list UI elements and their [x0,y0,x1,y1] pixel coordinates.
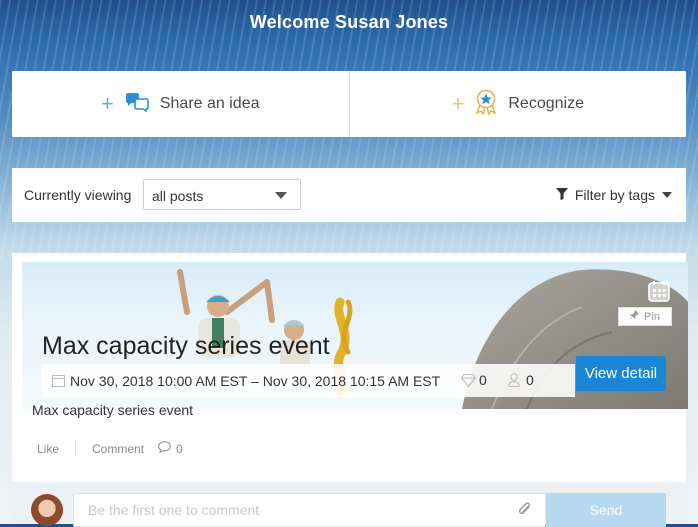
post-action-bar: + Share an idea + Recognize [12,71,686,137]
comment-bubble-icon [158,441,171,456]
diamond-icon [460,374,477,390]
welcome-heading: Welcome Susan Jones [249,12,449,32]
filter-bar: Currently viewing all posts Filter by ta… [12,168,686,222]
pin-icon [630,310,640,323]
post-description: Max capacity series event [32,402,194,418]
pin-label: Pin [644,310,660,323]
like-button[interactable]: Like [37,442,59,456]
recognize-label: Recognize [508,95,584,112]
gems-count: 0 [479,372,487,388]
comment-count: 0 [176,441,183,456]
view-select-value: all posts [152,188,204,204]
view-detail-button[interactable]: View detail [576,356,666,391]
attendees-count: 0 [526,372,534,388]
send-button[interactable]: Send [546,493,666,527]
event-date-range: Nov 30, 2018 10:00 AM EST – Nov 30, 2018… [70,372,441,389]
share-idea-button[interactable]: + Share an idea [12,71,349,137]
pin-button[interactable]: Pin [618,307,672,326]
funnel-icon [555,187,568,203]
comment-input[interactable] [73,493,546,527]
caret-down-icon [662,192,672,198]
comment-composer: Send [12,484,686,527]
recognize-button[interactable]: + Recognize [348,71,687,137]
currently-viewing-label: Currently viewing [24,187,132,203]
avatar [31,494,63,526]
calendar-icon [52,374,65,390]
filter-by-tags-label: Filter by tags [574,187,655,203]
divider [75,441,77,456]
caret-down-icon [275,192,287,199]
person-icon [508,373,520,390]
post-actions: Like Comment 0 [37,441,183,456]
view-select[interactable]: all posts [143,179,301,210]
award-ribbon-icon [474,89,498,120]
event-meta-strip: Nov 30, 2018 10:00 AM EST – Nov 30, 2018… [42,364,575,397]
plus-icon: + [451,91,465,116]
paperclip-icon[interactable] [518,501,532,522]
calendar-icon[interactable] [648,280,670,302]
plus-icon: + [101,91,114,116]
speech-bubbles-icon [124,92,150,117]
filter-by-tags-button[interactable]: Filter by tags [555,187,672,203]
comment-button[interactable]: Comment [92,442,144,456]
post-title: Max capacity series event [42,332,330,360]
share-idea-label: Share an idea [159,95,260,112]
